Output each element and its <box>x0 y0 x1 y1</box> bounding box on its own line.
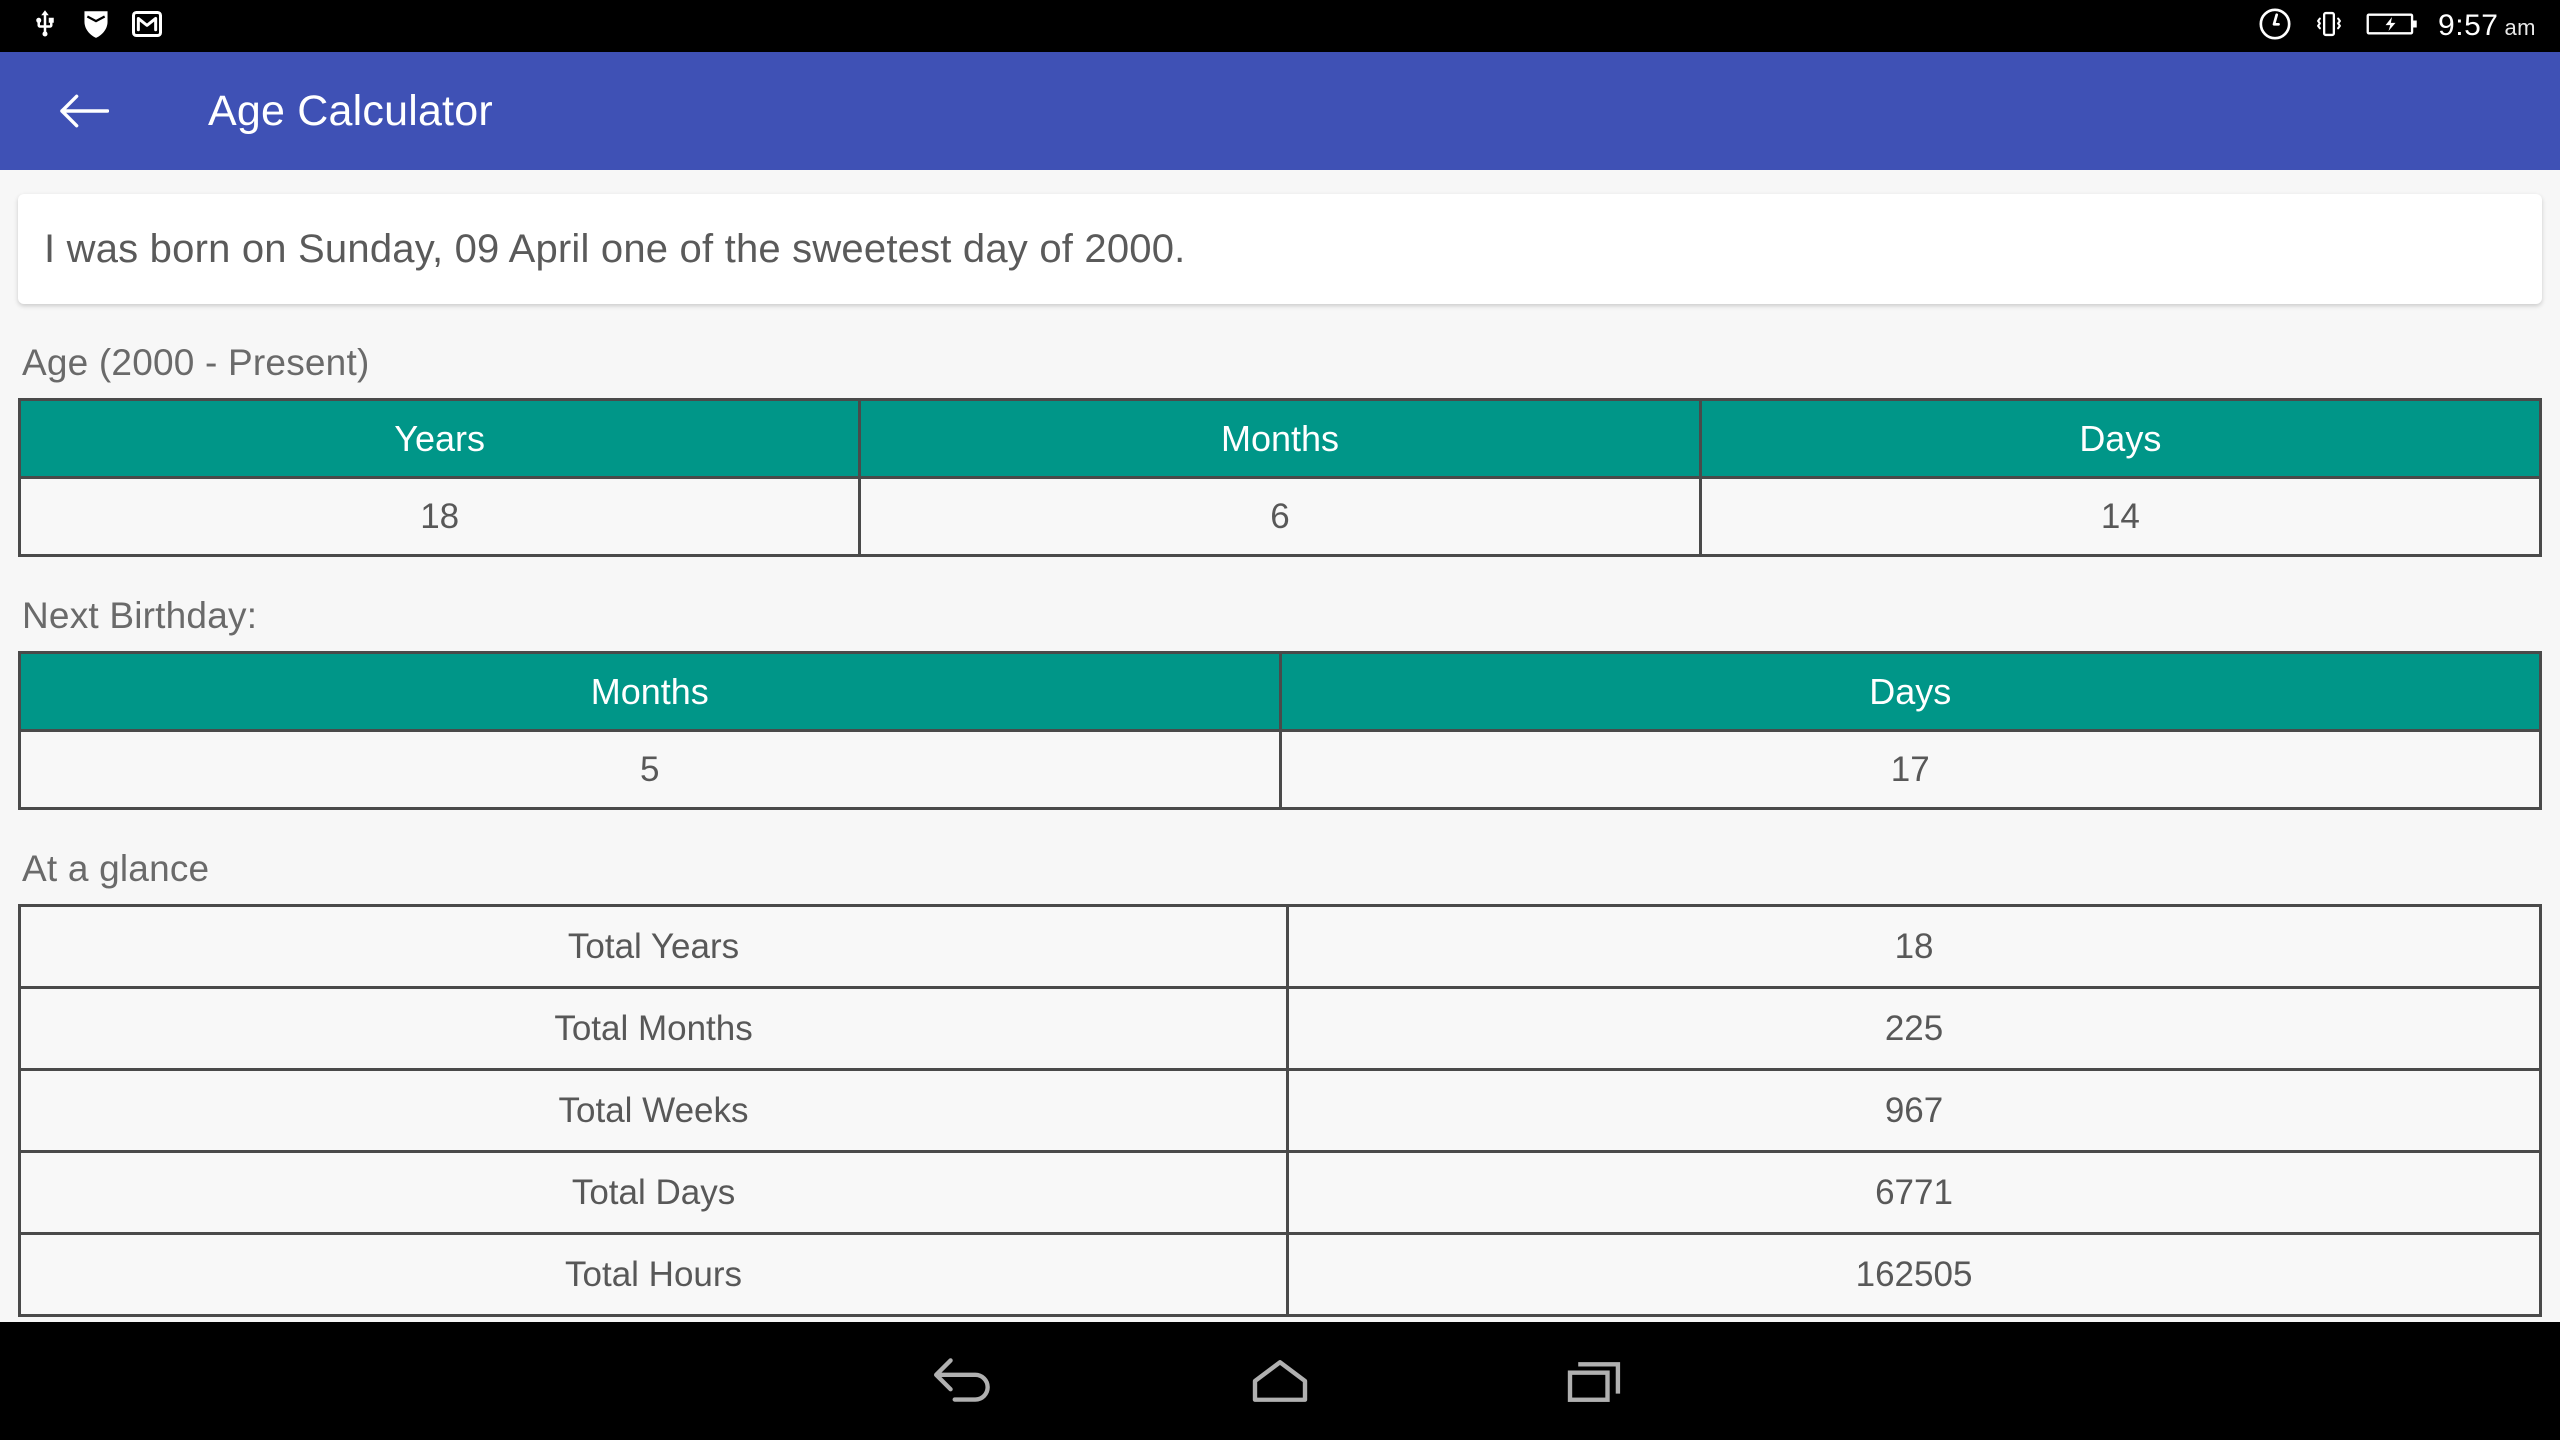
next-birthday-header-days: Days <box>1278 651 2542 732</box>
glance-label: Total Years <box>17 904 1290 989</box>
nav-home-icon[interactable] <box>1150 1322 1410 1440</box>
table-row: Total Months 225 <box>17 986 2542 1071</box>
next-birthday-table: Months Days 5 17 <box>18 651 2542 810</box>
usb-icon <box>30 9 60 44</box>
age-header-months: Months <box>858 398 1702 479</box>
phone-screen: 9:57 am Age Calculator I was born on Sund… <box>0 0 2560 1440</box>
age-value-days: 14 <box>1698 476 2543 557</box>
next-birthday-header-months: Months <box>18 651 1282 732</box>
alarm-clock-icon <box>2258 7 2292 46</box>
age-header-days: Days <box>1698 398 2543 479</box>
app-bar: Age Calculator <box>0 52 2560 170</box>
glance-value: 6771 <box>1286 1150 2542 1235</box>
table-row: Total Hours 162505 <box>17 1232 2542 1317</box>
clock-ampm: am <box>2504 15 2536 40</box>
status-bar: 9:57 am <box>0 0 2560 52</box>
status-bar-clock: 9:57 am <box>2438 11 2536 41</box>
main-content: I was born on Sunday, 09 April one of th… <box>0 170 2560 1360</box>
age-value-months: 6 <box>858 476 1702 557</box>
page-title: Age Calculator <box>208 86 493 135</box>
next-birthday-value-days: 17 <box>1278 729 2542 810</box>
age-table-row: 18 6 14 <box>17 476 2543 557</box>
next-birthday-row: 5 17 <box>18 729 2542 810</box>
next-birthday-value-months: 5 <box>18 729 1282 810</box>
navigation-bar <box>0 1322 2560 1440</box>
glance-value: 225 <box>1286 986 2542 1071</box>
age-header-years: Years <box>17 398 862 479</box>
status-bar-right-icons: 9:57 am <box>2258 7 2536 46</box>
glance-label: Total Days <box>17 1150 1290 1235</box>
glance-value: 162505 <box>1286 1232 2542 1317</box>
age-table-header-row: Years Months Days <box>17 398 2543 479</box>
glance-label: Total Months <box>17 986 1290 1071</box>
battery-charging-icon <box>2366 10 2418 43</box>
birth-statement-card: I was born on Sunday, 09 April one of th… <box>18 194 2542 304</box>
vibrate-icon <box>2312 9 2346 44</box>
age-section-title: Age (2000 - Present) <box>22 342 370 383</box>
glance-value: 967 <box>1286 1068 2542 1153</box>
next-birthday-header-row: Months Days <box>18 651 2542 732</box>
age-table: Years Months Days 18 6 14 <box>17 398 2543 557</box>
gmail-icon <box>131 10 162 43</box>
at-a-glance-section-title: At a glance <box>22 848 210 889</box>
nav-recent-apps-icon[interactable] <box>1465 1322 1725 1440</box>
birth-statement-text: I was born on Sunday, 09 April one of th… <box>44 226 1186 271</box>
glance-label: Total Weeks <box>17 1068 1290 1153</box>
at-a-glance-table: Total Years 18 Total Months 225 Total We… <box>17 904 2542 1317</box>
shield-icon <box>82 9 110 44</box>
clock-time: 9:57 <box>2438 9 2499 42</box>
glance-label: Total Hours <box>17 1232 1290 1317</box>
table-row: Total Days 6771 <box>17 1150 2542 1235</box>
table-row: Total Years 18 <box>17 904 2542 989</box>
table-row: Total Weeks 967 <box>17 1068 2542 1153</box>
back-arrow-icon[interactable] <box>52 79 116 143</box>
nav-back-icon[interactable] <box>835 1322 1095 1440</box>
glance-value: 18 <box>1286 904 2542 989</box>
status-bar-left-icons <box>30 9 162 44</box>
next-birthday-section-title: Next Birthday: <box>22 595 258 636</box>
age-value-years: 18 <box>17 476 862 557</box>
